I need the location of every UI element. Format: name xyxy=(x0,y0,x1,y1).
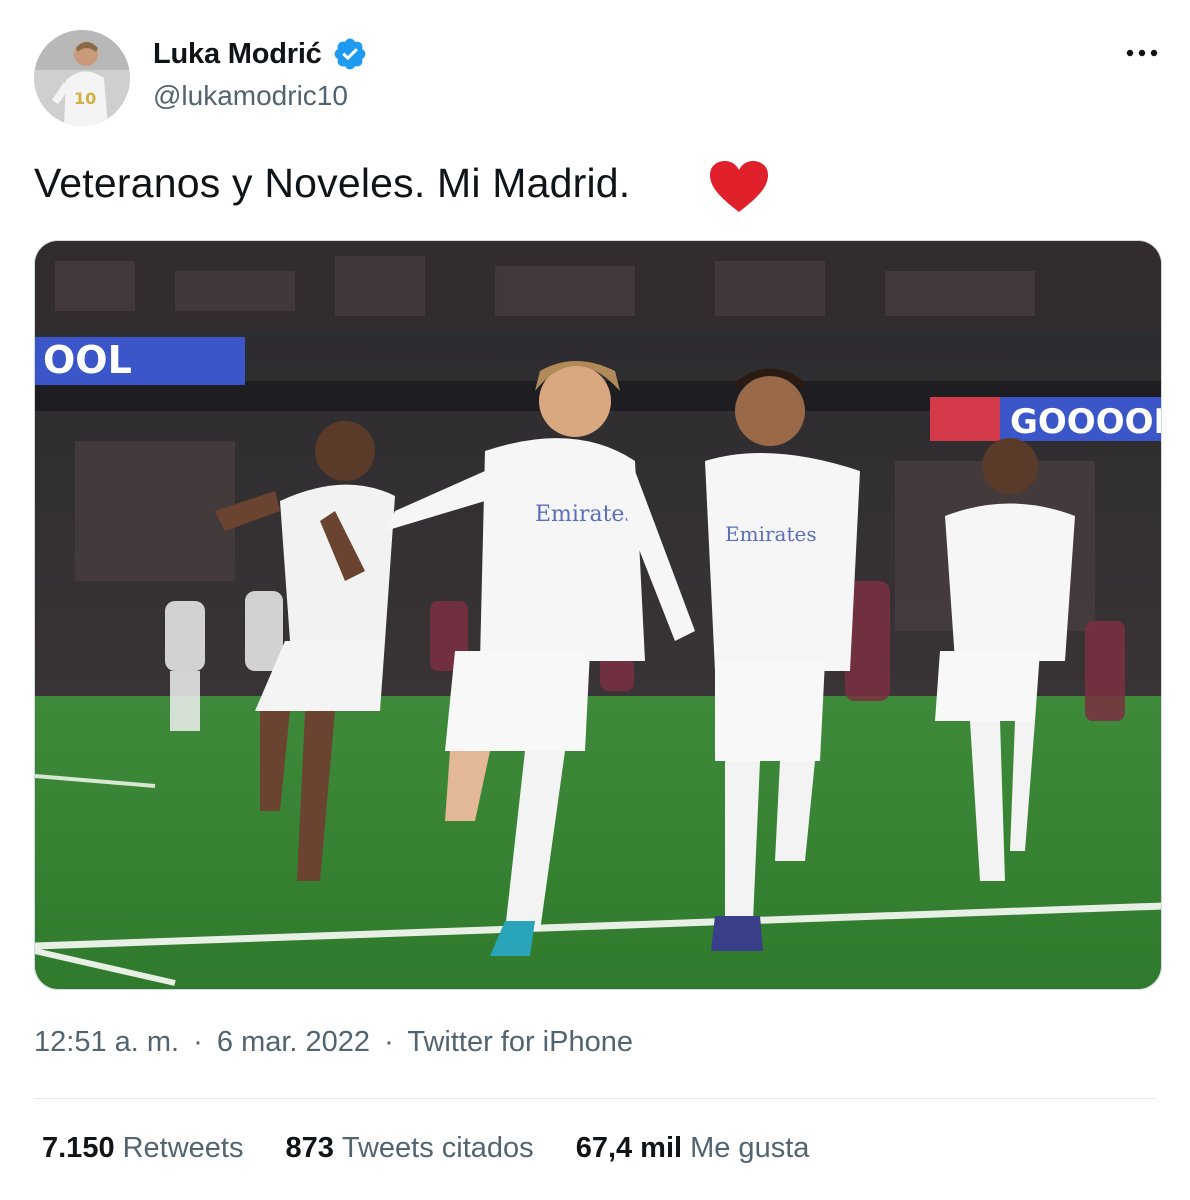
svg-text:10: 10 xyxy=(74,89,96,108)
likes-label: Me gusta xyxy=(690,1132,810,1164)
meta-separator: · xyxy=(193,1026,203,1058)
avatar[interactable]: 10 xyxy=(34,30,130,126)
tweet-text: Veteranos y Noveles. Mi Madrid. xyxy=(34,160,631,206)
tweet-stats: 7.150 Retweets 873 Tweets citados 67,4 mil… xyxy=(42,1132,809,1165)
verified-badge-icon xyxy=(332,36,368,72)
quote-tweets-label: Tweets citados xyxy=(341,1132,534,1164)
divider xyxy=(34,1098,1156,1099)
svg-text:Emirates: Emirates xyxy=(535,502,636,527)
tweet-photo[interactable]: OOL GOOOOL Emirates Emirates xyxy=(34,240,1162,990)
author-name[interactable]: Luka Modrić xyxy=(153,38,322,71)
retweets-stat[interactable]: 7.150 Retweets xyxy=(42,1132,243,1165)
likes-stat[interactable]: 67,4 mil Me gusta xyxy=(576,1132,810,1165)
red-heart-icon xyxy=(708,160,770,214)
svg-text:Emirates: Emirates xyxy=(725,522,817,546)
retweets-label: Retweets xyxy=(122,1132,244,1164)
quote-tweets-stat[interactable]: 873 Tweets citados xyxy=(285,1132,533,1165)
tweet-meta: 12:51 a. m. · 6 mar. 2022 · Twitter for … xyxy=(34,1026,633,1059)
author-handle[interactable]: @lukamodric10 xyxy=(153,80,348,112)
board-left-text: OOL xyxy=(43,338,132,382)
tweet-source-link[interactable]: Twitter for iPhone xyxy=(407,1026,633,1058)
retweets-count: 7.150 xyxy=(42,1132,115,1164)
avatar-photo: 10 xyxy=(34,30,130,126)
tweet-card: 10 Luka Modrić @lukamodric10 Veteranos y… xyxy=(0,0,1190,1200)
tweet-time[interactable]: 12:51 a. m. xyxy=(34,1026,179,1058)
tweet-date[interactable]: 6 mar. 2022 xyxy=(217,1026,370,1058)
board-right-text: GOOOOL xyxy=(1010,402,1162,442)
quote-tweets-count: 873 xyxy=(285,1132,334,1164)
likes-count: 67,4 mil xyxy=(575,1132,683,1164)
meta-separator: · xyxy=(384,1026,394,1058)
more-options-icon[interactable] xyxy=(1122,38,1162,68)
photo-celebration: OOL GOOOOL Emirates Emirates xyxy=(35,241,1162,989)
